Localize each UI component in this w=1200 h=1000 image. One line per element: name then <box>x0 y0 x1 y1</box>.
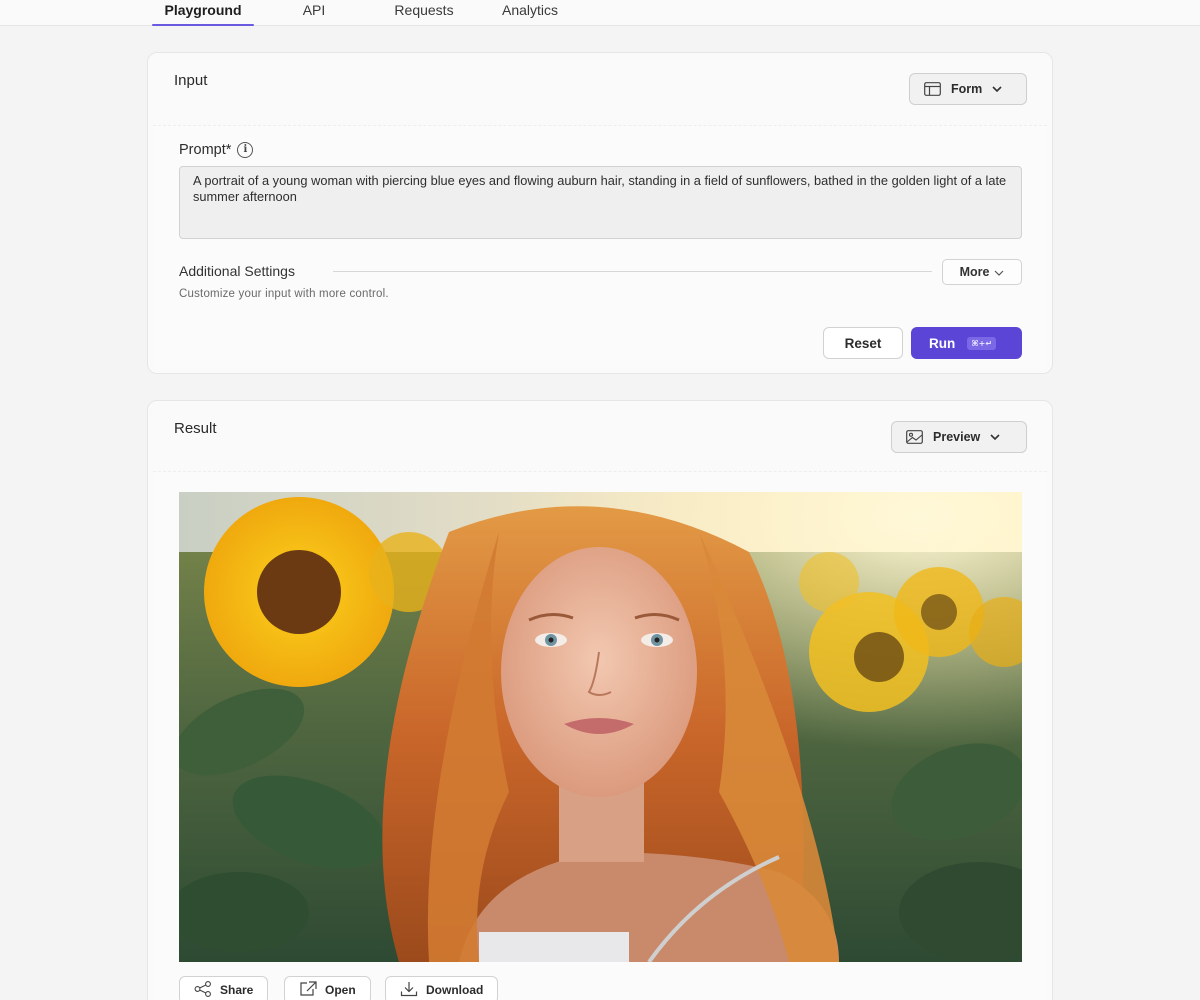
info-icon[interactable]: i <box>237 142 254 158</box>
result-panel: Share Open Download <box>153 471 1047 1000</box>
prompt-label-group: Prompt* i <box>179 142 254 158</box>
open-label: Open <box>325 983 356 997</box>
input-form: Prompt* i A portrait of a young woman wi… <box>153 125 1047 369</box>
reset-button[interactable]: Reset <box>823 327 903 359</box>
download-label: Download <box>426 983 484 997</box>
generated-image[interactable] <box>179 492 1022 962</box>
prompt-label: Prompt* <box>179 142 232 158</box>
settings-hint: Customize your input with more control. <box>179 288 389 300</box>
input-card: Input Form Prompt* i A portrait of a you… <box>147 52 1053 374</box>
run-button[interactable]: Run ⌘+↵ <box>911 327 1022 359</box>
run-shortcut-badge: ⌘+↵ <box>967 336 997 350</box>
result-view-mode-label: Preview <box>933 430 981 444</box>
run-label: Run <box>929 335 956 351</box>
result-card: Result Preview Share Open Download <box>147 400 1053 1000</box>
input-card-title: Input <box>174 72 208 89</box>
share-label: Share <box>220 983 254 997</box>
download-icon <box>400 981 418 1000</box>
image-icon <box>906 430 923 444</box>
prompt-textarea[interactable]: A portrait of a young woman with piercin… <box>179 166 1022 239</box>
additional-settings-label: Additional Settings <box>179 263 305 279</box>
tab-requests[interactable]: Requests <box>388 0 460 26</box>
more-label: More <box>959 265 990 279</box>
download-button[interactable]: Download <box>385 976 499 1000</box>
top-nav: Playground API Requests Analytics <box>0 0 1200 26</box>
settings-divider <box>333 271 932 272</box>
result-card-title: Result <box>174 420 217 437</box>
share-icon <box>194 980 212 1000</box>
additional-settings-row: Additional Settings More <box>179 259 1022 285</box>
chevron-down-icon <box>990 434 1000 440</box>
open-button[interactable]: Open <box>284 976 371 1000</box>
share-button[interactable]: Share <box>179 976 269 1000</box>
result-view-mode-dropdown[interactable]: Preview <box>891 421 1027 453</box>
tab-analytics[interactable]: Analytics <box>494 0 566 26</box>
input-view-mode-label: Form <box>951 82 983 96</box>
input-view-mode-dropdown[interactable]: Form <box>909 73 1027 105</box>
chevron-down-icon <box>992 86 1002 92</box>
more-settings-button[interactable]: More <box>942 259 1022 285</box>
external-link-icon <box>299 980 317 1000</box>
tab-playground[interactable]: Playground <box>152 0 254 26</box>
table-icon <box>924 82 941 96</box>
tab-api[interactable]: API <box>300 0 328 26</box>
chevron-down-icon <box>994 265 1004 279</box>
